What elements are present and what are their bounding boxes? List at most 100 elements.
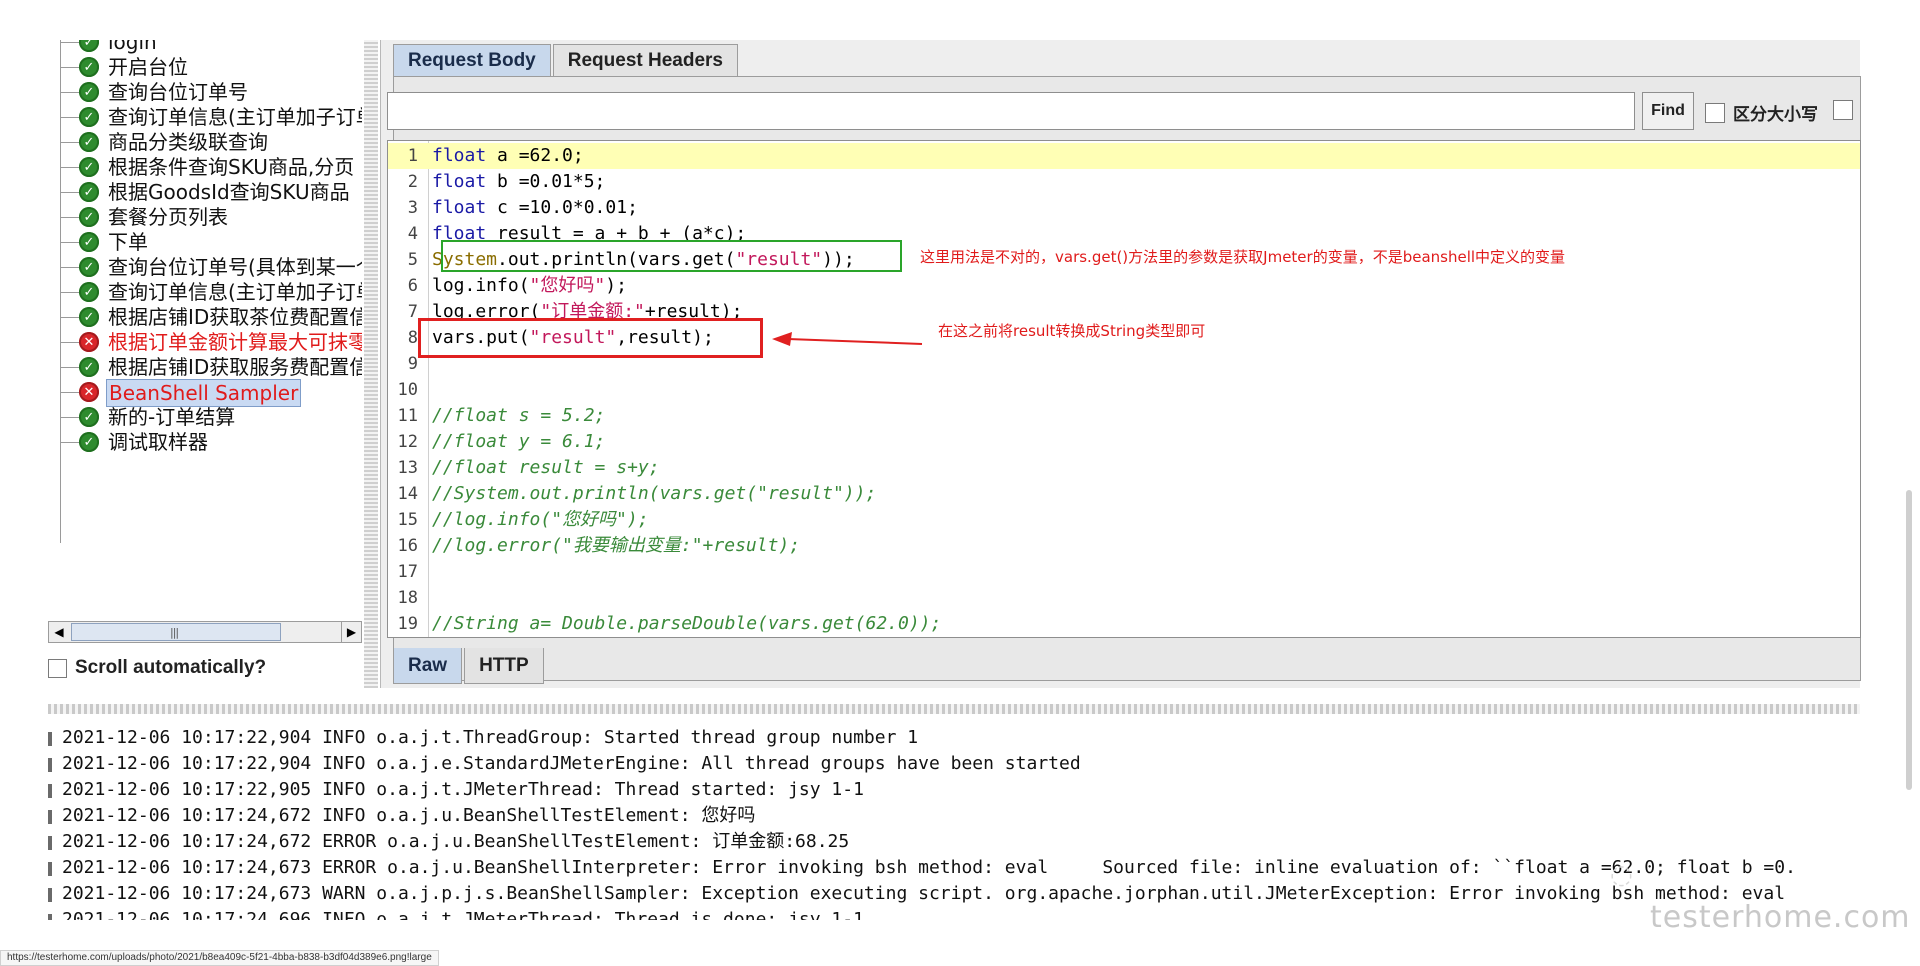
success-status-icon: ✓ xyxy=(79,207,99,227)
log-line-marker xyxy=(48,888,52,902)
log-line: 2021-12-06 10:17:24,672 INFO o.a.j.u.Bea… xyxy=(62,805,756,826)
success-status-icon: ✓ xyxy=(79,357,99,377)
code-line[interactable]: 11 //float s = 5.2; xyxy=(388,403,1860,429)
annotation-arrow-icon xyxy=(772,332,923,346)
success-status-icon: ✓ xyxy=(79,432,99,452)
success-status-icon: ✓ xyxy=(79,82,99,102)
code-line[interactable]: 1 float a =62.0; xyxy=(388,143,1860,169)
case-sensitive-checkbox[interactable] xyxy=(1705,102,1725,123)
code-line[interactable]: 2 float b =0.01*5; xyxy=(388,169,1860,195)
code-text: //float s = 5.2; xyxy=(432,405,606,426)
code-line[interactable]: 16 //log.error("我要输出变量:"+result); xyxy=(388,533,1860,559)
code-editor[interactable]: 1 float a =62.0; 2 float b =0.01*5; 3 float c… xyxy=(387,140,1861,638)
code-text: log.info("您好吗"); xyxy=(432,275,627,296)
log-line: 2021-12-06 10:17:24,673 WARN o.a.j.p.j.s… xyxy=(62,883,1786,904)
scroll-automatically-checkbox[interactable] xyxy=(48,658,67,678)
annotation-note-vars-get: 这里用法是不对的，vars.get()方法里的参数是获取Jmeter的变量，不是… xyxy=(920,248,1566,266)
log-line-marker xyxy=(48,836,52,850)
line-number: 11 xyxy=(397,406,418,426)
line-number: 8 xyxy=(407,328,418,348)
code-text: float c =10.0*0.01; xyxy=(432,197,638,218)
log-line: 2021-12-06 10:17:22,905 INFO o.a.j.t.JMe… xyxy=(62,779,864,800)
code-line[interactable]: 6 log.info("您好吗"); xyxy=(388,273,1860,299)
request-tabs: Request Body Request Headers xyxy=(393,44,740,76)
log-line: 2021-12-06 10:17:22,904 INFO o.a.j.t.Thr… xyxy=(62,727,919,748)
tab-request-headers[interactable]: Request Headers xyxy=(552,44,738,76)
code-line[interactable]: 17 xyxy=(388,559,1860,585)
tab-http[interactable]: HTTP xyxy=(464,648,544,684)
code-line[interactable]: 12 //float y = 6.1; xyxy=(388,429,1860,455)
log-line-marker xyxy=(48,784,52,798)
tree-connector-line xyxy=(60,192,80,193)
log-line-marker xyxy=(48,862,52,876)
line-number: 3 xyxy=(407,198,418,218)
code-text: //log.info("您好吗"); xyxy=(432,509,649,530)
tree-connector-line xyxy=(60,142,80,143)
tree-horizontal-scrollbar[interactable]: ◀ ||| ▶ xyxy=(48,621,362,643)
case-sensitive-option[interactable]: 区分大小写 xyxy=(1705,100,1818,125)
code-line[interactable]: 18 xyxy=(388,585,1860,611)
code-text: float a =62.0; xyxy=(432,145,584,166)
scroll-left-arrow-icon[interactable]: ◀ xyxy=(49,622,69,642)
log-line-marker xyxy=(48,914,52,920)
line-number: 12 xyxy=(397,432,418,452)
case-sensitive-label: 区分大小写 xyxy=(1733,105,1818,125)
code-text: //System.out.println(vars.get("result"))… xyxy=(432,483,877,504)
page-scrollbar[interactable] xyxy=(1906,490,1912,790)
line-number: 15 xyxy=(397,510,418,530)
tree-connector-line xyxy=(60,317,80,318)
search-input[interactable] xyxy=(387,92,1635,130)
success-status-icon: ✓ xyxy=(79,307,99,327)
scrollbar-thumb[interactable]: ||| xyxy=(71,623,281,641)
line-number: 9 xyxy=(407,354,418,374)
tab-raw[interactable]: Raw xyxy=(393,648,463,684)
tree-connector-line xyxy=(60,217,80,218)
line-number: 5 xyxy=(407,250,418,270)
annotation-red-box xyxy=(418,318,763,358)
tab-request-body[interactable]: Request Body xyxy=(393,44,551,76)
find-button[interactable]: Find xyxy=(1642,92,1694,130)
code-text: //float result = s+y; xyxy=(432,457,660,478)
test-plan-tree-panel: ✓ login ✓ 开启台位 ✓ 查询台位订单号 ✓ 查询订单信息(主订单加子订单 ✓ 商品分类级… xyxy=(48,40,362,678)
log-splitter[interactable] xyxy=(48,704,1860,714)
log-viewer[interactable]: 2021-12-06 10:17:22,904 INFO o.a.j.t.Thr… xyxy=(48,716,1860,920)
response-panel: Request Body Request Headers Find 区分大小写 … xyxy=(380,40,1861,688)
tree-item-label: 调试取样器 xyxy=(108,430,208,454)
success-status-icon: ✓ xyxy=(79,232,99,252)
success-status-icon: ✓ xyxy=(79,132,99,152)
scroll-automatically-option[interactable]: Scroll automatically? xyxy=(48,657,266,679)
regex-checkbox[interactable] xyxy=(1833,100,1853,120)
line-number: 1 xyxy=(407,146,418,166)
line-number: 2 xyxy=(407,172,418,192)
error-status-icon: ✕ xyxy=(79,332,99,352)
code-line[interactable]: 15 //log.info("您好吗"); xyxy=(388,507,1860,533)
tree-connector-line xyxy=(60,167,80,168)
scroll-right-arrow-icon[interactable]: ▶ xyxy=(341,622,361,642)
success-status-icon: ✓ xyxy=(79,40,99,52)
tree-connector-line xyxy=(60,242,80,243)
view-tabs: Raw HTTP xyxy=(393,648,546,684)
error-status-icon: ✕ xyxy=(79,382,99,402)
line-number: 18 xyxy=(397,588,418,608)
code-line[interactable]: 19 //String a= Double.parseDouble(vars.ge… xyxy=(388,611,1860,637)
tree-connector-line xyxy=(60,417,80,418)
log-line: 2021-12-06 10:17:24,672 ERROR o.a.j.u.Be… xyxy=(62,831,850,852)
code-line[interactable]: 10 xyxy=(388,377,1860,403)
code-text: //float y = 6.1; xyxy=(432,431,606,452)
panel-splitter[interactable] xyxy=(364,40,378,688)
code-line[interactable]: 3 float c =10.0*0.01; xyxy=(388,195,1860,221)
line-number: 14 xyxy=(397,484,418,504)
tree-item[interactable]: ✓ 调试取样器 xyxy=(48,427,362,457)
tree-connector-line xyxy=(60,117,80,118)
tree-connector-line xyxy=(60,292,80,293)
annotation-note-convert-string: 在这之前将result转换成String类型即可 xyxy=(938,322,1206,340)
line-number: 17 xyxy=(397,562,418,582)
tree-connector-line xyxy=(60,342,80,343)
annotation-green-box xyxy=(441,240,902,272)
success-status-icon: ✓ xyxy=(79,282,99,302)
line-number: 10 xyxy=(397,380,418,400)
regex-option[interactable] xyxy=(1833,100,1861,120)
code-line[interactable]: 14 //System.out.println(vars.get("result"… xyxy=(388,481,1860,507)
tree-connector-line xyxy=(60,367,80,368)
code-line[interactable]: 13 //float result = s+y; xyxy=(388,455,1860,481)
